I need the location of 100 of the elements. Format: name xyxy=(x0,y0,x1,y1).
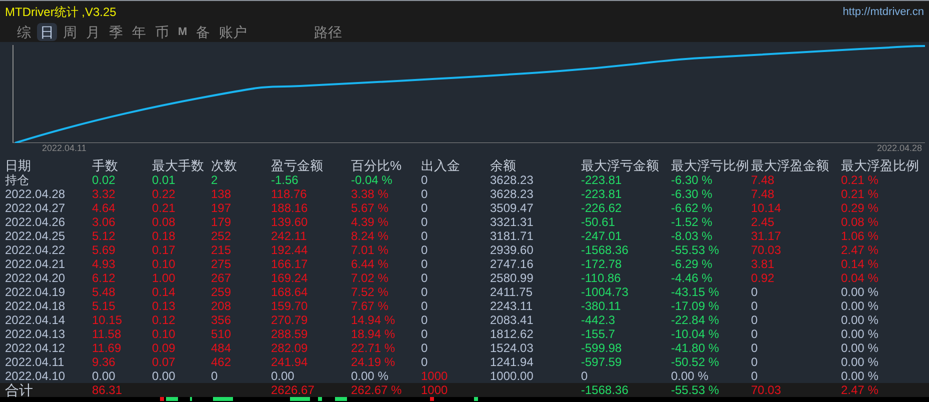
table-cell: -10.04 % xyxy=(671,327,720,341)
table-cell: 2022.04.10 xyxy=(5,369,66,383)
table-cell: -41.80 % xyxy=(671,341,720,355)
table-cell: 0.12 xyxy=(152,313,176,327)
table-cell: 0.21 % xyxy=(841,173,878,187)
column-header: 最大浮亏比例 xyxy=(671,159,749,173)
table-cell: 0.10 xyxy=(152,327,176,341)
website-link[interactable]: http://mtdriver.cn xyxy=(842,4,924,20)
table-cell: 0 xyxy=(211,369,218,383)
table-cell: -43.15 % xyxy=(671,285,720,299)
table-cell: 1000 xyxy=(421,383,448,397)
tab[interactable]: 季 xyxy=(106,22,126,40)
table-cell: 0.00 % xyxy=(841,327,878,341)
table-cell: 11.58 xyxy=(92,327,122,341)
table-cell: 0.00 % xyxy=(841,313,878,327)
table-cell: 0.00 xyxy=(92,369,116,383)
table-cell: 2022.04.18 xyxy=(5,299,66,313)
table-cell: 2939.60 xyxy=(490,243,534,257)
tab[interactable]: 路径 xyxy=(311,22,346,40)
table-cell: 5.67 % xyxy=(351,201,388,215)
table-cell: 0.00 % xyxy=(351,369,388,383)
tab[interactable]: 币 xyxy=(152,22,172,40)
table-cell: 5.69 xyxy=(92,243,116,257)
table-cell: 0.00 xyxy=(271,369,294,383)
table-cell: 5.15 xyxy=(92,299,116,313)
table-cell: 462 xyxy=(211,355,232,369)
tab[interactable]: 日 xyxy=(37,22,57,40)
tab[interactable]: 月 xyxy=(83,22,103,40)
table-cell: 2022.04.13 xyxy=(5,327,66,341)
tab[interactable]: 综 xyxy=(14,22,34,40)
tab[interactable]: 账户 xyxy=(216,22,250,40)
table-cell: 0.00 % xyxy=(841,285,878,299)
column-header: 余额 xyxy=(490,159,516,173)
table-cell: 0 xyxy=(421,215,428,229)
tab[interactable]: 备 xyxy=(193,22,214,40)
column-header: 手数 xyxy=(92,159,118,173)
table-cell: 215 xyxy=(211,243,232,257)
table-cell: 24.19 % xyxy=(351,355,396,369)
table-cell: 0.29 % xyxy=(841,201,878,215)
table-cell: 2022.04.20 xyxy=(5,271,66,285)
table-cell: 3181.71 xyxy=(490,229,534,243)
table-cell: 1524.03 xyxy=(490,341,534,355)
table-cell: 118.76 xyxy=(271,187,307,201)
table-cell: 3.81 xyxy=(751,257,774,271)
table-cell: 1.00 xyxy=(152,271,176,285)
table-cell: 2022.04.11 xyxy=(5,355,64,369)
table-cell: -6.62 % xyxy=(671,201,712,215)
column-header: 出入金 xyxy=(421,159,460,173)
table-cell: 1812.62 xyxy=(490,327,534,341)
table-cell: 2.47 % xyxy=(841,243,878,257)
axis-label: 2022.04.11 xyxy=(42,142,86,156)
tab[interactable]: M xyxy=(175,22,190,40)
table-cell: -22.84 % xyxy=(671,313,720,327)
table-cell: 8.24 % xyxy=(351,229,388,243)
table-cell: -1.56 xyxy=(271,173,298,187)
column-header: 日期 xyxy=(5,159,31,173)
table-cell: 0 xyxy=(421,285,428,299)
table-cell: 0 xyxy=(751,299,758,313)
table-cell: 267 xyxy=(211,271,232,285)
table-cell: -247.01 xyxy=(581,229,622,243)
table-cell: 4.93 xyxy=(92,257,116,271)
table-cell: 188.16 xyxy=(271,201,308,215)
table-cell: 31.17 xyxy=(751,229,782,243)
table-cell: 2083.41 xyxy=(490,313,534,327)
table-cell: 139.60 xyxy=(271,215,308,229)
table-cell: 262.67 % xyxy=(351,383,402,397)
table-cell: 0 xyxy=(421,187,428,201)
table-cell: 1.06 % xyxy=(841,229,878,243)
table-cell: 0.08 % xyxy=(841,215,878,229)
column-header: 次数 xyxy=(211,159,237,173)
table-cell: 5.12 xyxy=(92,229,116,243)
table-cell: 3.32 xyxy=(92,187,116,201)
table-cell: 2022.04.27 xyxy=(5,201,66,215)
table-cell: 2022.04.21 xyxy=(5,257,66,271)
table-cell: -110.86 xyxy=(581,271,621,285)
table-cell: 0 xyxy=(751,369,758,383)
table-cell: 2022.04.25 xyxy=(5,229,66,243)
table-cell: 2022.04.19 xyxy=(5,285,66,299)
table-cell: 138 xyxy=(211,187,232,201)
table-cell: 275 xyxy=(211,257,232,271)
table-cell: 14.94 % xyxy=(351,313,396,327)
table-cell: -50.61 xyxy=(581,215,616,229)
tab[interactable]: 周 xyxy=(60,22,80,40)
table-cell: 0.08 xyxy=(152,215,176,229)
table-cell: 0.00 % xyxy=(841,341,878,355)
table-cell: 0 xyxy=(421,299,428,313)
table-cell: 2.45 xyxy=(751,215,774,229)
table-cell: -597.59 xyxy=(581,355,622,369)
column-header: 百分比% xyxy=(351,159,402,173)
table-cell: 10.15 xyxy=(92,313,122,327)
table-cell: 3628.23 xyxy=(490,173,534,187)
table-cell: 1000 xyxy=(421,369,448,383)
table-cell: -155.7 xyxy=(581,327,616,341)
table-cell: 0.21 xyxy=(152,201,176,215)
table-cell: -1568.36 xyxy=(581,383,628,397)
table-cell: 2 xyxy=(211,173,218,187)
tab[interactable]: 年 xyxy=(129,22,149,40)
table-cell: 0 xyxy=(751,327,758,341)
table-cell: 270.79 xyxy=(271,313,308,327)
table-cell: 7.02 % xyxy=(351,271,388,285)
